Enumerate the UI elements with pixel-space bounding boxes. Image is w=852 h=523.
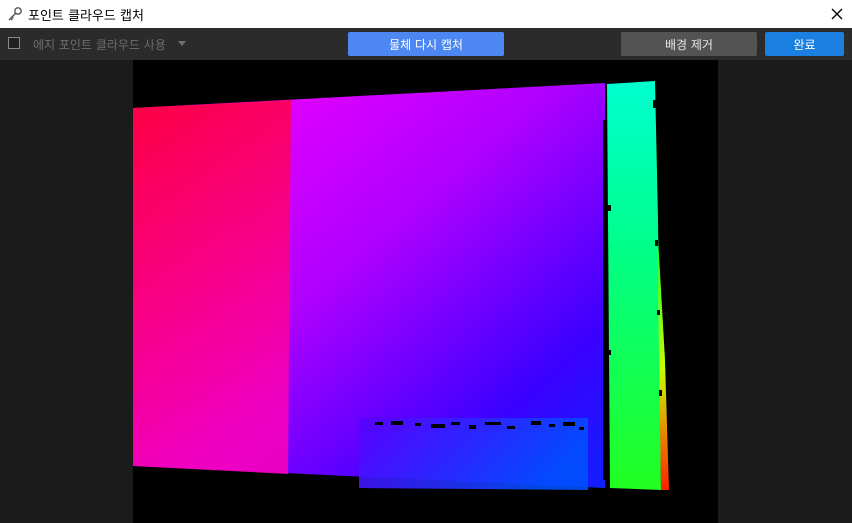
edge-pointcloud-checkbox[interactable]: [8, 37, 20, 49]
done-button[interactable]: 완료: [765, 32, 844, 56]
window-title: 포인트 클라우드 캡처: [28, 8, 144, 24]
close-button[interactable]: [822, 0, 852, 28]
pointcloud-viewport[interactable]: [0, 60, 852, 523]
remove-background-button[interactable]: 배경 제거: [621, 32, 757, 56]
pointcloud-canvas[interactable]: [133, 60, 718, 523]
pointcloud-render: [133, 81, 669, 490]
edge-pointcloud-label: 에지 포인트 클라우드 사용: [33, 38, 166, 52]
toolbar: 에지 포인트 클라우드 사용 물체 다시 캡처 배경 제거 완료: [0, 28, 852, 60]
recapture-button[interactable]: 물체 다시 캡처: [348, 32, 504, 56]
close-icon: [831, 8, 843, 20]
caret-down-icon[interactable]: [178, 41, 186, 46]
title-bar: 포인트 클라우드 캡처: [0, 0, 852, 28]
key-icon: [7, 6, 23, 22]
